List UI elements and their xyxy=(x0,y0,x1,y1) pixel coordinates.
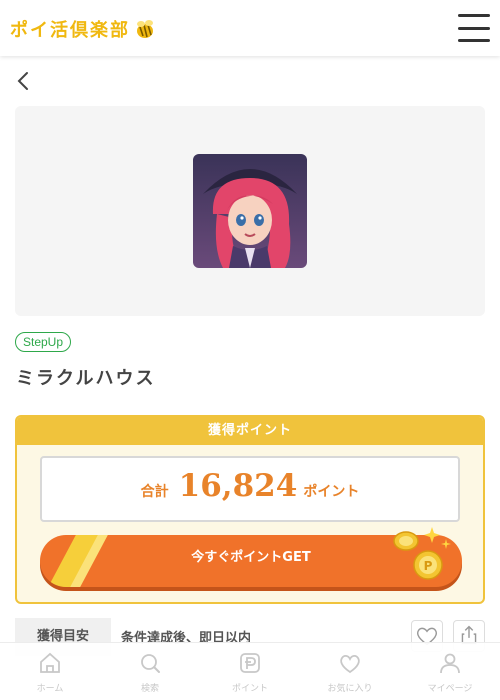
heart-icon xyxy=(340,654,360,674)
offer-title: ミラクルハウス xyxy=(16,368,156,389)
bottom-navigation: ホーム 検索 ポイント お気に入り マイページ xyxy=(0,642,500,700)
nav-label: 検索 xyxy=(140,684,159,694)
points-panel-header: 獲得ポイント xyxy=(17,417,483,445)
get-points-label: 今すぐポイントGET xyxy=(191,550,311,565)
offer-detail-page: ポイ活倶楽部 StepUp ミラクルハウス 獲得ポイント 合計 16,824 ポ… xyxy=(0,0,500,700)
chevron-left-icon[interactable] xyxy=(14,70,34,92)
point-icon xyxy=(240,653,260,673)
nav-item-search[interactable]: 検索 xyxy=(100,643,200,700)
nav-item-point[interactable]: ポイント xyxy=(200,643,300,700)
nav-item-home[interactable]: ホーム xyxy=(0,643,100,700)
nav-label: ホーム xyxy=(36,684,64,694)
home-icon xyxy=(40,652,60,673)
header: ポイ活倶楽部 xyxy=(0,0,500,56)
menu-line xyxy=(458,26,490,30)
logo-text: ポイ活倶楽部 xyxy=(10,20,130,41)
search-icon xyxy=(141,654,160,673)
offer-hero xyxy=(15,106,485,316)
menu-line xyxy=(458,39,490,42)
nav-label: ポイント xyxy=(231,684,268,694)
total-points-value: 16,824 xyxy=(178,468,298,504)
app-character-icon xyxy=(193,154,307,268)
hamburger-menu-button[interactable] xyxy=(458,14,490,42)
points-unit: ポイント xyxy=(303,484,360,500)
nav-item-favorites[interactable]: お気に入り xyxy=(300,643,400,700)
points-panel: 獲得ポイント 合計 16,824 ポイント 今すぐポイントGET P xyxy=(15,415,485,604)
total-points-box: 合計 16,824 ポイント xyxy=(40,456,460,522)
nav-label: お気に入り xyxy=(327,684,373,694)
nav-label: マイページ xyxy=(427,684,473,694)
site-logo[interactable]: ポイ活倶楽部 xyxy=(10,16,156,42)
bee-icon xyxy=(137,20,153,38)
total-label: 合計 xyxy=(140,484,169,500)
get-points-button[interactable]: 今すぐポイントGET xyxy=(40,535,462,587)
campaign-tag: StepUp xyxy=(15,332,72,352)
menu-line xyxy=(458,14,490,17)
nav-item-mypage[interactable]: マイページ xyxy=(400,643,500,700)
user-icon xyxy=(440,653,460,674)
